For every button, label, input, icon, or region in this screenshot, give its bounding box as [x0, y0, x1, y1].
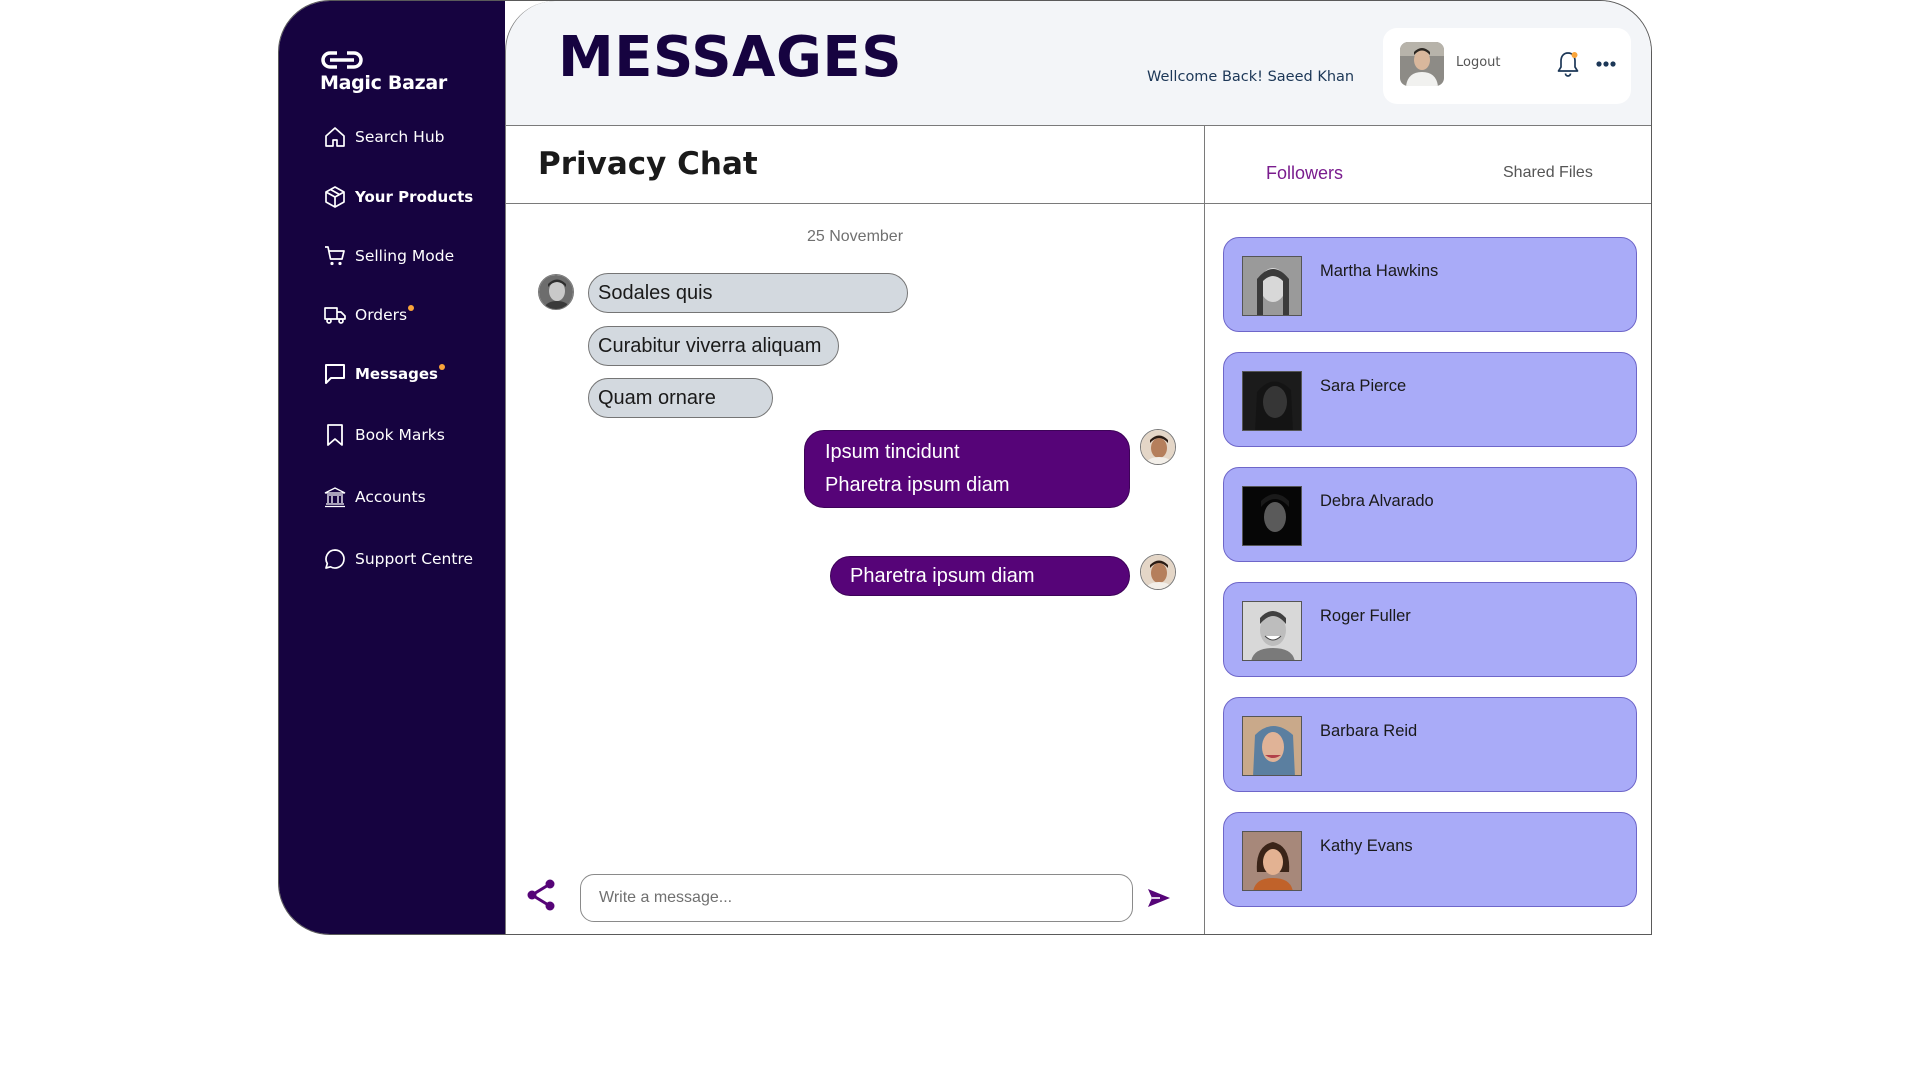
welcome-text: Wellcome Back! Saeed Khan	[1147, 69, 1355, 85]
share-icon[interactable]	[524, 878, 558, 912]
avatar[interactable]	[538, 274, 574, 310]
date-separator: 25 November	[806, 228, 904, 245]
follower-name: Debra Alvarado	[1320, 492, 1434, 510]
sidebar-item-label: Messages	[355, 365, 438, 383]
send-icon[interactable]	[1146, 886, 1172, 910]
top-header: MESSAGES Wellcome Back! Saeed Khan Logou…	[505, 1, 1651, 126]
avatar[interactable]	[1400, 42, 1444, 86]
follower-name: Barbara Reid	[1320, 722, 1418, 740]
sidebar-item-label: Your Products	[355, 188, 474, 206]
message-text: Pharetra ipsum diam	[825, 474, 1010, 496]
bank-icon	[323, 485, 347, 509]
sidebar-item-selling-mode[interactable]: Selling Mode	[323, 241, 454, 271]
chat-title: Privacy Chat	[538, 146, 758, 182]
avatar[interactable]	[1140, 554, 1176, 590]
notification-dot	[408, 305, 415, 311]
message-bubble-incoming[interactable]: Sodales quis	[588, 273, 908, 313]
truck-icon	[323, 303, 347, 327]
chat-panel: Privacy Chat 25 November Sodales quis Cu…	[505, 126, 1205, 934]
brand-name: Magic Bazar	[320, 72, 447, 94]
tab-shared-files[interactable]: Shared Files	[1503, 164, 1593, 182]
sidebar-item-label: Book Marks	[355, 426, 445, 444]
avatar	[1242, 601, 1302, 661]
avatar	[1242, 486, 1302, 546]
follower-card[interactable]: Debra Alvarado	[1223, 467, 1637, 562]
message-bubble-outgoing[interactable]: Pharetra ipsum diam	[830, 556, 1130, 596]
message-text: Pharetra ipsum diam	[850, 564, 1035, 587]
sidebar-item-label: Selling Mode	[355, 247, 455, 265]
followers-panel: Followers Shared Files Martha Hawkins Sa…	[1205, 126, 1651, 934]
follower-name: Sara Pierce	[1320, 377, 1407, 395]
notification-dot	[438, 364, 445, 370]
follower-card[interactable]: Barbara Reid	[1223, 697, 1637, 792]
bell-icon[interactable]	[1555, 50, 1581, 78]
message-text: Curabitur viverra aliquam	[598, 334, 822, 357]
sidebar: Magic Bazar Search Hub Your Products Sel…	[279, 1, 505, 934]
sidebar-item-label: Support Centre	[355, 550, 474, 568]
message-bubble-incoming[interactable]: Curabitur viverra aliquam	[588, 326, 839, 366]
message-text: Ipsum tincidunt	[825, 441, 960, 463]
sidebar-item-label: Accounts	[355, 488, 426, 506]
avatar	[1242, 716, 1302, 776]
bookmark-icon	[323, 423, 347, 447]
follower-card[interactable]: Martha Hawkins	[1223, 237, 1637, 332]
message-text: Quam ornare	[598, 386, 716, 409]
follower-card[interactable]: Roger Fuller	[1223, 582, 1637, 677]
avatar	[1242, 256, 1302, 316]
avatar	[1242, 831, 1302, 891]
main-area: MESSAGES Wellcome Back! Saeed Khan Logou…	[505, 1, 1651, 934]
tab-followers[interactable]: Followers	[1266, 163, 1343, 184]
message-icon	[323, 362, 347, 386]
box-icon	[323, 185, 347, 209]
sidebar-item-accounts[interactable]: Accounts	[323, 482, 426, 512]
sidebar-item-book-marks[interactable]: Book Marks	[323, 420, 445, 450]
link-logo-icon	[321, 51, 363, 69]
more-icon[interactable]	[1593, 51, 1619, 77]
sidebar-item-your-products[interactable]: Your Products	[323, 182, 473, 212]
cart-icon	[323, 244, 347, 268]
user-card: Logout	[1383, 28, 1631, 104]
message-input[interactable]	[580, 874, 1133, 922]
message-bubble-incoming[interactable]: Quam ornare	[588, 378, 773, 418]
brand-logo[interactable]: Magic Bazar	[320, 49, 447, 94]
app-window: Magic Bazar Search Hub Your Products Sel…	[278, 0, 1652, 935]
message-text: Sodales quis	[598, 281, 713, 304]
follower-name: Martha Hawkins	[1320, 262, 1439, 280]
chat-header: Privacy Chat	[506, 126, 1204, 204]
sidebar-item-support-centre[interactable]: Support Centre	[323, 544, 473, 574]
sidebar-item-messages[interactable]: Messages	[323, 359, 445, 389]
home-icon	[323, 125, 347, 149]
sidebar-item-label: Search Hub	[355, 128, 445, 146]
follower-name: Roger Fuller	[1320, 607, 1411, 625]
logout-button[interactable]: Logout	[1456, 55, 1501, 70]
follower-card[interactable]: Sara Pierce	[1223, 352, 1637, 447]
avatar	[1242, 371, 1302, 431]
panel-tabs: Followers Shared Files	[1205, 126, 1651, 204]
sidebar-item-label: Orders	[355, 306, 408, 324]
follower-name: Kathy Evans	[1320, 837, 1413, 855]
follower-card[interactable]: Kathy Evans	[1223, 812, 1637, 907]
sidebar-item-search-hub[interactable]: Search Hub	[323, 122, 445, 152]
chat-bubble-icon	[323, 547, 347, 571]
page-title: MESSAGES	[558, 25, 903, 90]
message-bubble-outgoing[interactable]: Ipsum tincidunt Pharetra ipsum diam	[804, 430, 1130, 508]
sidebar-item-orders[interactable]: Orders	[323, 300, 415, 330]
avatar[interactable]	[1140, 429, 1176, 465]
